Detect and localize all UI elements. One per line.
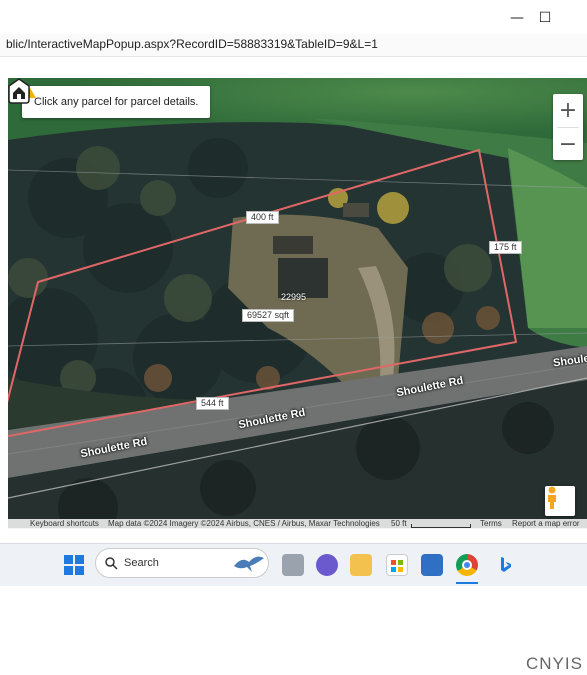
store-logo-icon <box>391 560 403 572</box>
search-icon <box>105 557 118 570</box>
pegman-icon <box>548 486 556 509</box>
zoom-control: + − <box>553 94 583 160</box>
mail-icon[interactable] <box>421 554 443 576</box>
map-attribution: Map data ©2024 Imagery ©2024 Airbus, CNE… <box>108 519 380 528</box>
chrome-icon[interactable] <box>456 554 478 576</box>
zoom-in-button[interactable]: + <box>553 94 583 127</box>
start-button[interactable] <box>63 554 85 576</box>
zoom-out-button[interactable]: − <box>553 128 583 161</box>
chrome-center-icon <box>462 560 472 570</box>
scale-label: 50 ft <box>391 519 407 528</box>
dimension-label-bottom: 544 ft <box>196 397 229 410</box>
parcel-home-icon[interactable] <box>8 78 30 104</box>
scale-bar <box>411 524 471 528</box>
parcel-tooltip: Click any parcel for parcel details. <box>22 86 211 118</box>
page-spacer <box>0 57 587 77</box>
map-view[interactable]: Click any parcel for parcel details. + −… <box>8 78 587 528</box>
report-error-link[interactable]: Report a map error <box>512 519 580 529</box>
task-view-icon[interactable] <box>282 554 304 576</box>
maximize-icon: ☐ <box>538 10 552 26</box>
dimension-label-top: 400 ft <box>246 211 279 224</box>
parcel-area-label: 69527 sqft <box>242 309 295 322</box>
street-view-button[interactable] <box>545 486 575 516</box>
minimize-icon: — <box>510 10 524 26</box>
parcel-id-label: 22995 <box>281 292 307 302</box>
minimize-button[interactable]: — <box>505 8 529 28</box>
map-footer: Keyboard shortcuts Map data ©2024 Imager… <box>8 519 587 529</box>
window-title-bar: — ☐ <box>0 0 587 34</box>
taskbar: Search <box>0 543 587 586</box>
address-bar[interactable]: blic/InteractiveMapPopup.aspx?RecordID=5… <box>0 34 587 57</box>
file-explorer-icon[interactable] <box>350 554 372 576</box>
bing-icon[interactable] <box>494 554 516 576</box>
watermark: CNYIS <box>526 654 583 673</box>
active-app-indicator <box>456 582 478 584</box>
bing-logo-icon <box>501 557 511 572</box>
maximize-button[interactable]: ☐ <box>533 8 557 28</box>
tooltip-text: Click any parcel for parcel details. <box>34 96 199 108</box>
windows-icon <box>64 555 84 575</box>
terms-link[interactable]: Terms <box>480 519 502 529</box>
satellite-imagery <box>8 78 587 528</box>
keyboard-shortcuts-link[interactable]: Keyboard shortcuts <box>30 519 99 529</box>
teams-icon[interactable] <box>316 554 338 576</box>
dimension-label-right: 175 ft <box>489 241 522 254</box>
search-label: Search <box>124 557 159 569</box>
store-icon[interactable] <box>386 554 408 576</box>
bird-icon <box>234 556 264 572</box>
address-url: blic/InteractiveMapPopup.aspx?RecordID=5… <box>6 37 378 51</box>
taskbar-search[interactable]: Search <box>95 548 269 578</box>
